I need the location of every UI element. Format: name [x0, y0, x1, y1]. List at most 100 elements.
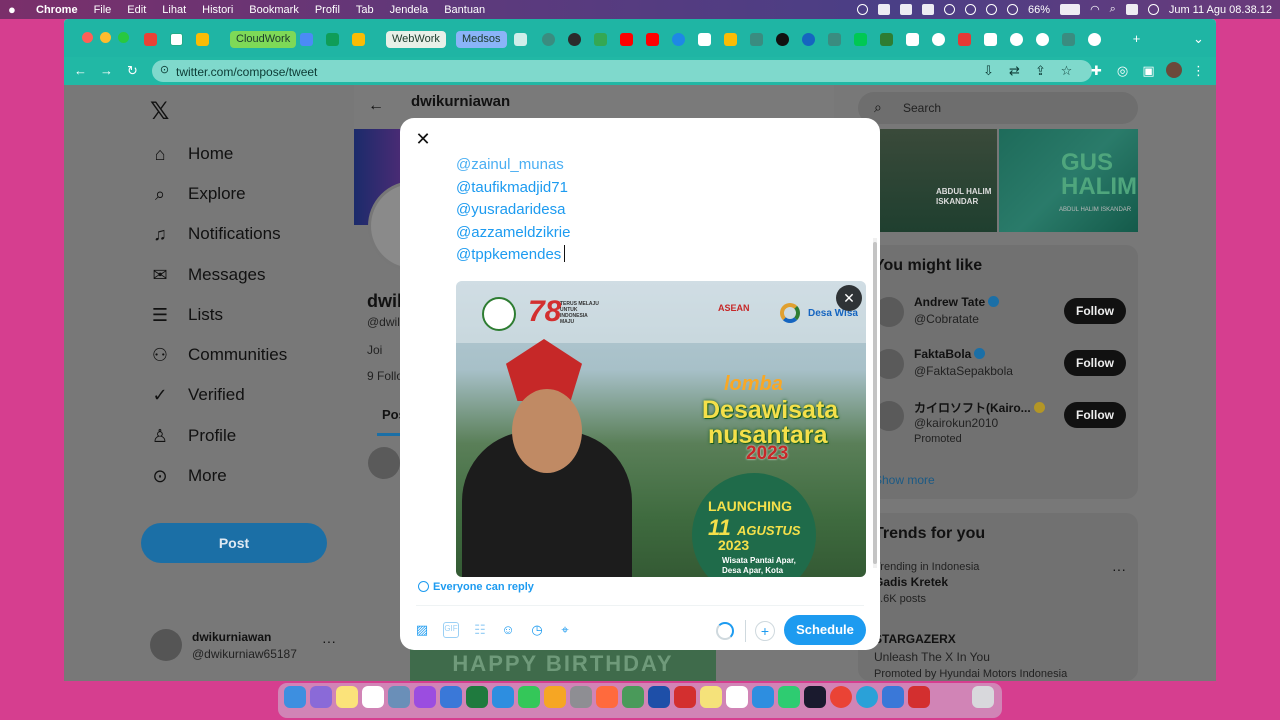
menu-bookmarks[interactable]: Bookmark: [249, 4, 299, 16]
remove-media-close-icon[interactable]: ✕: [836, 285, 862, 311]
menu-profile[interactable]: Profil: [315, 4, 340, 16]
menu-help[interactable]: Bantuan: [444, 4, 485, 16]
schedule-icon[interactable]: ◷: [529, 622, 545, 638]
preview-icon[interactable]: [388, 686, 410, 708]
follow-button[interactable]: Follow: [1064, 298, 1126, 324]
more-dots-icon[interactable]: ···: [1112, 561, 1126, 577]
media-thumbnail-2[interactable]: GUS HALIM ABDUL HALIM ISKANDAR: [999, 129, 1138, 232]
app-icon-red[interactable]: [674, 686, 696, 708]
tab-group-cloudwork[interactable]: CloudWork: [230, 31, 297, 48]
extension-icon[interactable]: ◎: [1116, 64, 1129, 77]
tab-google-1[interactable]: [932, 33, 945, 46]
close-icon[interactable]: ✕: [412, 128, 434, 150]
notes-icon[interactable]: [336, 686, 358, 708]
launchpad-icon[interactable]: [310, 686, 332, 708]
attached-image[interactable]: 78 TERUS MELAJU UNTUK INDONESIA MAJU ASE…: [456, 281, 866, 577]
nav-communities[interactable]: ⚇ Communities: [150, 342, 287, 368]
status-app-icon[interactable]: [878, 4, 891, 15]
chrome-icon[interactable]: [830, 686, 852, 708]
tab-site-7[interactable]: [750, 33, 763, 46]
safari-icon[interactable]: [752, 686, 774, 708]
minimize-window-button[interactable]: [100, 32, 111, 43]
tab-extension[interactable]: [984, 33, 997, 46]
follow-button[interactable]: Follow: [1064, 350, 1126, 376]
mention[interactable]: @zainul_munas: [456, 154, 570, 177]
side-panel-icon[interactable]: ▣: [1142, 64, 1155, 77]
tab-google-4[interactable]: [1088, 33, 1101, 46]
zoom-window-button[interactable]: [118, 32, 129, 43]
suggestion-row[interactable]: Andrew Tate @Cobratate Follow: [874, 295, 1134, 335]
system-settings-icon[interactable]: [570, 686, 592, 708]
profile-avatar-icon[interactable]: [1166, 62, 1182, 78]
tab-site-8[interactable]: [802, 33, 815, 46]
numbers-icon[interactable]: [518, 686, 540, 708]
chrome-menu-icon[interactable]: ⋮: [1192, 64, 1205, 77]
close-window-button[interactable]: [82, 32, 93, 43]
app-icon-orange[interactable]: [596, 686, 618, 708]
mention[interactable]: @taufikmadjid71: [456, 177, 570, 200]
trash-icon[interactable]: [972, 686, 994, 708]
tab-site-1[interactable]: [542, 33, 555, 46]
finder-icon[interactable]: [284, 686, 306, 708]
tab-google-2[interactable]: [1010, 33, 1023, 46]
menu-file[interactable]: File: [94, 4, 112, 16]
trend-item[interactable]: Trending in Indonesia Gadis Kretek 2.6K …: [874, 561, 1134, 605]
menu-view[interactable]: Lihat: [162, 4, 186, 16]
tab-new-group[interactable]: [170, 33, 183, 46]
close-tab-icon[interactable]: [514, 33, 527, 46]
menu-app-chrome[interactable]: Chrome: [36, 4, 78, 16]
status-app-icon-5[interactable]: [965, 4, 977, 15]
poll-icon[interactable]: ☷: [472, 622, 488, 638]
status-app-icon-6[interactable]: [986, 4, 998, 15]
wps-icon[interactable]: [908, 686, 930, 708]
post-media-banner[interactable]: HAPPY BIRTHDAY: [410, 647, 716, 681]
pages-icon[interactable]: [544, 686, 566, 708]
app-icon-box[interactable]: [440, 686, 462, 708]
status-app-icon-2[interactable]: [900, 4, 913, 15]
podcasts-icon[interactable]: [414, 686, 436, 708]
install-icon[interactable]: ⇩: [982, 64, 995, 77]
nav-notifications[interactable]: ♫ Notifications: [150, 221, 280, 247]
mention-last[interactable]: @tppkemendes: [456, 244, 570, 267]
battery-icon[interactable]: [1060, 4, 1081, 15]
nav-home[interactable]: ⌂ Home: [150, 141, 234, 167]
menu-edit[interactable]: Edit: [127, 4, 146, 16]
tab-youtube-2[interactable]: [646, 33, 659, 46]
tab-site-4[interactable]: [672, 33, 685, 46]
follow-button[interactable]: Follow: [1064, 402, 1126, 428]
translate-icon[interactable]: ⇄: [1008, 64, 1021, 77]
tab-group-medsos[interactable]: Medsos: [456, 31, 507, 48]
tab-site-6[interactable]: [724, 33, 737, 46]
app-icon-blue[interactable]: [882, 686, 904, 708]
menu-window[interactable]: Jendela: [390, 4, 429, 16]
tab-gmail[interactable]: [144, 33, 157, 46]
modal-scrollbar-thumb[interactable]: [873, 242, 877, 564]
wifi-icon[interactable]: ◠: [1090, 3, 1100, 16]
tab-drive[interactable]: [196, 33, 209, 46]
site-info-icon[interactable]: ⊙: [158, 64, 171, 77]
tab-site-2[interactable]: [568, 33, 581, 46]
add-thread-icon[interactable]: +: [755, 621, 775, 641]
app-icon-white[interactable]: [726, 686, 748, 708]
tab-site-3[interactable]: [594, 33, 607, 46]
photos-app-icon[interactable]: [622, 686, 644, 708]
extensions-puzzle-icon[interactable]: ✚: [1090, 64, 1103, 77]
show-more-link[interactable]: Show more: [874, 473, 935, 487]
emoji-icon[interactable]: ☺: [500, 622, 516, 638]
reload-icon[interactable]: ↻: [126, 64, 139, 77]
keynote-icon[interactable]: [492, 686, 514, 708]
moon-icon[interactable]: [1007, 4, 1019, 15]
new-tab-icon[interactable]: +: [1130, 32, 1143, 45]
nav-explore[interactable]: ⌕ Explore: [150, 181, 246, 207]
suggestion-row[interactable]: カイロソフト(Kairo... @kairokun2010 Promoted F…: [874, 399, 1134, 449]
excel-icon[interactable]: [466, 686, 488, 708]
status-record-icon[interactable]: [857, 4, 869, 15]
telegram-icon[interactable]: [856, 686, 878, 708]
image-icon[interactable]: ▨: [414, 622, 430, 638]
search-input[interactable]: ⌕ Search: [858, 92, 1138, 124]
profile-following[interactable]: 9 Follo: [367, 369, 403, 383]
nav-profile[interactable]: ♙ Profile: [150, 423, 236, 449]
tab-site-10[interactable]: [854, 33, 867, 46]
more-dots-icon[interactable]: ···: [322, 633, 336, 649]
share-icon[interactable]: ⇪: [1034, 64, 1047, 77]
